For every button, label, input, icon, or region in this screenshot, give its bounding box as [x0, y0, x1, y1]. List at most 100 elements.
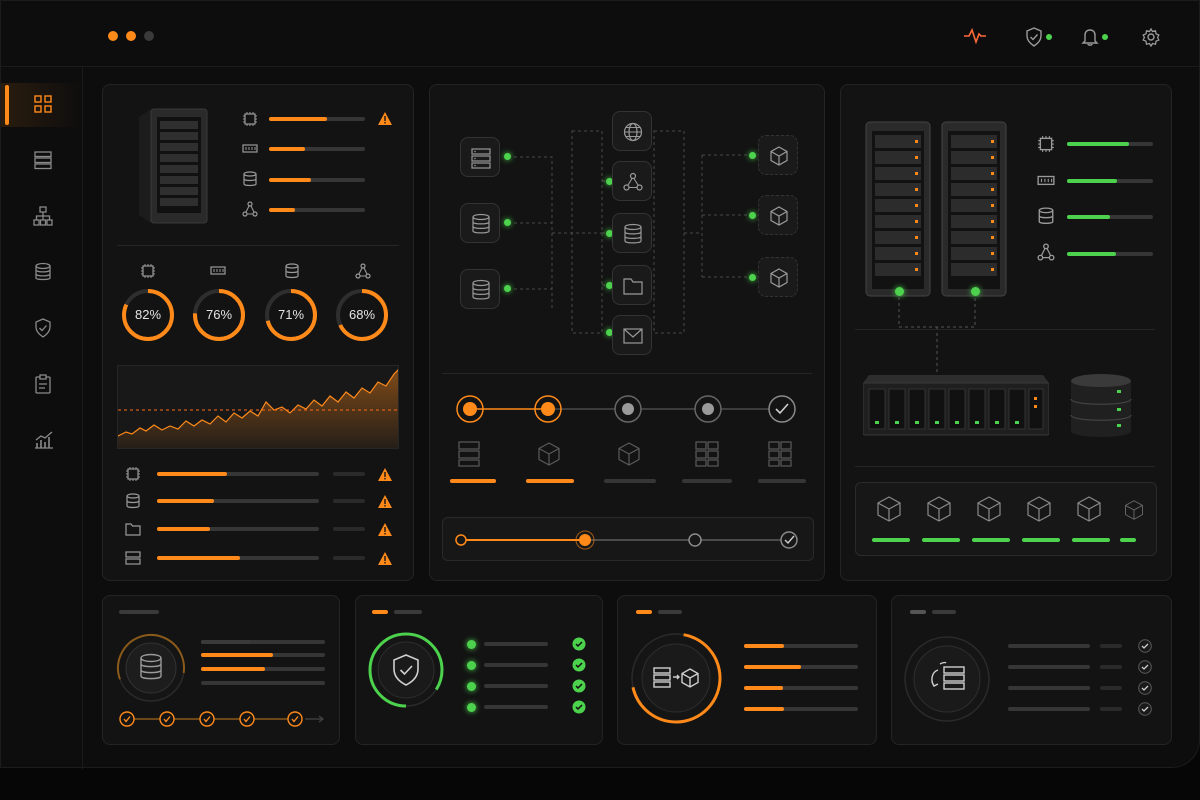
card-title-placeholder — [119, 610, 159, 614]
storage-alert-meta — [333, 499, 365, 503]
network-tree-icon — [33, 206, 53, 226]
security-status-dot — [1046, 34, 1052, 40]
backup-progress-bar — [201, 653, 325, 657]
backup-progress-bar — [201, 640, 325, 644]
step-progress-bar — [682, 479, 732, 483]
files-alert-bar — [157, 527, 319, 531]
usage-trend-chart — [117, 365, 399, 449]
container-icon[interactable] — [876, 495, 902, 523]
source-database-node[interactable] — [460, 269, 500, 309]
sync-ring — [904, 636, 990, 722]
window-maximize-dot[interactable] — [144, 31, 154, 41]
database-icon — [472, 279, 490, 300]
files-alert-fill — [157, 527, 211, 531]
network-nodes-icon — [623, 172, 643, 191]
cpu-gauge-value: 82% — [134, 307, 162, 322]
divider — [117, 245, 399, 246]
sidebar-item-servers[interactable] — [1, 139, 83, 183]
sidebar-item-network[interactable] — [1, 195, 83, 239]
storage-usage-fill — [269, 178, 312, 182]
sidebar-item-dashboard[interactable] — [1, 83, 83, 127]
memory-icon — [1037, 175, 1055, 186]
check-circle-icon — [1138, 681, 1152, 695]
check-circle-icon — [572, 700, 586, 714]
folder-node[interactable] — [612, 265, 652, 305]
pulse-icon[interactable] — [963, 27, 987, 45]
output-package-node[interactable] — [758, 195, 798, 235]
sync-status-bar — [1008, 644, 1090, 648]
check-circle-icon — [572, 637, 586, 651]
container-icon[interactable] — [1076, 495, 1102, 523]
sidebar-item-reports[interactable] — [1, 363, 83, 407]
backup-progress-fill — [201, 640, 251, 644]
database-icon — [624, 223, 642, 244]
network-gauge-value: 68% — [348, 307, 376, 322]
resource-monitor-panel: 82% 76% 71% 68% — [102, 84, 414, 581]
server-alert-meta — [333, 556, 365, 560]
container-icon[interactable] — [1124, 499, 1144, 521]
network-node[interactable] — [612, 161, 652, 201]
status-dot — [504, 219, 511, 226]
cube-icon — [538, 442, 560, 466]
sidebar-item-security[interactable] — [1, 307, 83, 351]
database-icon — [243, 171, 257, 187]
container-icon[interactable] — [976, 495, 1002, 523]
source-database-node[interactable] — [460, 203, 500, 243]
storage-alert-bar — [157, 499, 319, 503]
sidebar-item-storage[interactable] — [1, 251, 83, 295]
output-package-node[interactable] — [758, 257, 798, 297]
clipboard-icon — [35, 374, 51, 394]
server-rack-icon — [458, 441, 480, 467]
database-icon — [1038, 207, 1054, 224]
container-icon[interactable] — [926, 495, 952, 523]
pipeline-step-pending[interactable] — [694, 395, 722, 423]
divider — [442, 373, 812, 374]
window-minimize-dot[interactable] — [126, 31, 136, 41]
container-strip — [855, 482, 1157, 556]
step-progress-bar — [450, 479, 496, 483]
server-icon — [125, 551, 141, 565]
database-node[interactable] — [612, 213, 652, 253]
rack-storage-fill — [1067, 215, 1110, 219]
rack-server-image — [941, 121, 1007, 297]
migration-progress-fill — [744, 644, 784, 648]
pipeline-step-pending[interactable] — [614, 395, 642, 423]
storage-usage-bar — [269, 178, 365, 182]
timeline-slider-track[interactable] — [442, 517, 814, 561]
warning-icon — [378, 112, 392, 125]
globe-icon — [623, 122, 643, 142]
shield-check-icon[interactable] — [1025, 27, 1043, 47]
security-check-bar — [484, 705, 548, 709]
status-dot — [504, 153, 511, 160]
bell-icon[interactable] — [1081, 27, 1099, 47]
storage-gauge-value: 71% — [277, 307, 305, 322]
sync-card — [891, 595, 1172, 745]
warning-icon — [378, 495, 392, 508]
pipeline-step-complete[interactable] — [768, 395, 796, 423]
sidebar-item-analytics[interactable] — [1, 419, 83, 463]
container-icon[interactable] — [1026, 495, 1052, 523]
timeline-slider[interactable] — [443, 518, 815, 562]
security-check-bar — [484, 684, 548, 688]
grid-block-icon — [695, 441, 719, 467]
globe-node[interactable] — [612, 111, 652, 151]
status-dot — [504, 285, 511, 292]
backup-progress-bar — [201, 667, 325, 671]
files-alert-meta — [333, 527, 365, 531]
cpu-alert-meta — [333, 472, 365, 476]
status-dot — [749, 152, 756, 159]
source-server-node[interactable] — [460, 137, 500, 177]
settings-icon[interactable] — [1141, 27, 1161, 47]
server-icon — [34, 151, 52, 170]
backup-ring — [117, 634, 185, 702]
rack-network-fill — [1067, 252, 1117, 256]
folder-icon — [125, 523, 141, 536]
cpu-icon — [1038, 136, 1054, 152]
sync-status-bar — [1008, 665, 1090, 669]
output-package-node[interactable] — [758, 135, 798, 175]
backup-card — [102, 595, 340, 745]
security-check-bar — [484, 663, 548, 667]
mail-node[interactable] — [612, 315, 652, 355]
window-close-dot[interactable] — [108, 31, 118, 41]
card-title-placeholder — [394, 610, 422, 614]
